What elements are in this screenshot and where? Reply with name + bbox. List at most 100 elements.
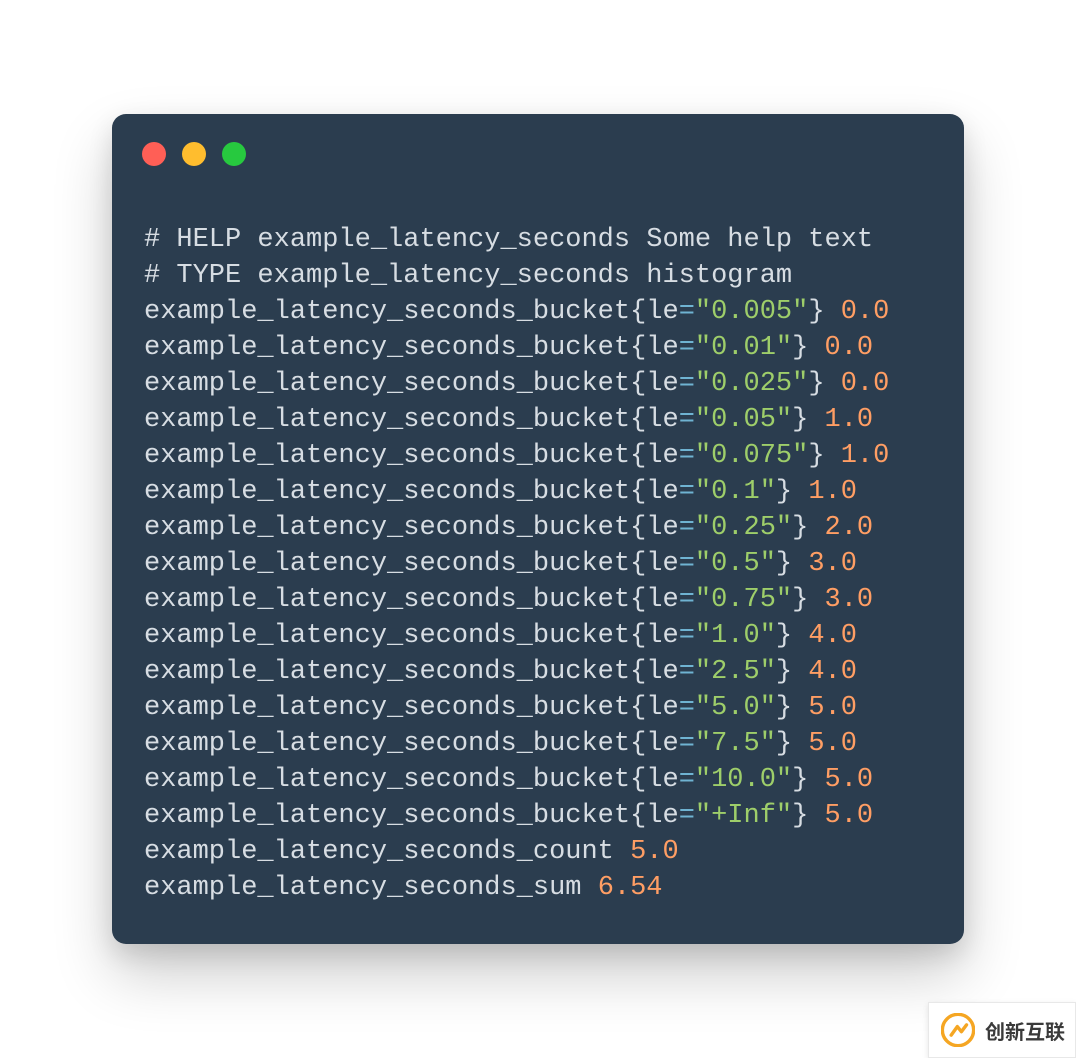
code-window: # HELP example_latency_seconds Some help… (112, 114, 964, 944)
bucket-line: example_latency_seconds_bucket{le="10.0"… (144, 762, 940, 798)
watermark-text: 创新互联 (985, 1016, 1065, 1045)
metric-name: example_latency_seconds_bucket (144, 693, 630, 723)
label-key: le (646, 621, 678, 651)
brace-open: { (630, 801, 646, 831)
bucket-line: example_latency_seconds_bucket{le="7.5"}… (144, 726, 940, 762)
minimize-icon[interactable] (182, 142, 206, 166)
watermark-logo-icon (941, 1013, 975, 1047)
equals-sign: = (679, 369, 695, 399)
brace-open: { (630, 765, 646, 795)
metric-value: 2.0 (825, 513, 874, 543)
bucket-line: example_latency_seconds_bucket{le="0.005… (144, 294, 940, 330)
brace-open: { (630, 585, 646, 615)
close-icon[interactable] (142, 142, 166, 166)
metric-value: 0.0 (825, 333, 874, 363)
metric-name: example_latency_seconds_bucket (144, 405, 630, 435)
brace-close: } (808, 297, 824, 327)
equals-sign: = (679, 477, 695, 507)
metric-name: example_latency_seconds_bucket (144, 621, 630, 651)
label-value: "0.75" (695, 585, 792, 615)
brace-open: { (630, 513, 646, 543)
metric-value: 5.0 (808, 693, 857, 723)
label-value: "0.075" (695, 441, 808, 471)
equals-sign: = (679, 693, 695, 723)
metric-value: 1.0 (841, 441, 890, 471)
equals-sign: = (679, 441, 695, 471)
label-value: "0.01" (695, 333, 792, 363)
bucket-line: example_latency_seconds_bucket{le="0.05"… (144, 402, 940, 438)
label-value: "1.0" (695, 621, 776, 651)
metric-value: 5.0 (630, 837, 679, 867)
equals-sign: = (679, 297, 695, 327)
metric-name: example_latency_seconds_count (144, 837, 630, 867)
label-value: "+Inf" (695, 801, 792, 831)
equals-sign: = (679, 765, 695, 795)
metric-name: example_latency_seconds_bucket (144, 585, 630, 615)
metric-name: example_latency_seconds_bucket (144, 297, 630, 327)
metric-value: 5.0 (825, 765, 874, 795)
metric-value: 4.0 (808, 657, 857, 687)
maximize-icon[interactable] (222, 142, 246, 166)
type-line: # TYPE example_latency_seconds histogram (144, 258, 940, 294)
metric-value: 3.0 (825, 585, 874, 615)
metric-name: example_latency_seconds_bucket (144, 513, 630, 543)
brace-open: { (630, 621, 646, 651)
metric-name: example_latency_seconds_bucket (144, 369, 630, 399)
brace-close: } (792, 333, 808, 363)
label-key: le (646, 513, 678, 543)
sum-line: example_latency_seconds_sum 6.54 (144, 870, 940, 906)
metric-name: example_latency_seconds_bucket (144, 333, 630, 363)
label-key: le (646, 729, 678, 759)
brace-close: } (792, 405, 808, 435)
metric-name: example_latency_seconds_bucket (144, 729, 630, 759)
bucket-line: example_latency_seconds_bucket{le="0.025… (144, 366, 940, 402)
watermark: 创新互联 (928, 1002, 1076, 1058)
equals-sign: = (679, 585, 695, 615)
bucket-line: example_latency_seconds_bucket{le="0.5"}… (144, 546, 940, 582)
metric-value: 4.0 (808, 621, 857, 651)
brace-close: } (792, 585, 808, 615)
label-key: le (646, 369, 678, 399)
brace-close: } (808, 369, 824, 399)
metric-value: 5.0 (808, 729, 857, 759)
label-key: le (646, 549, 678, 579)
bucket-line: example_latency_seconds_bucket{le="5.0"}… (144, 690, 940, 726)
metric-name: example_latency_seconds_bucket (144, 477, 630, 507)
count-line: example_latency_seconds_count 5.0 (144, 834, 940, 870)
label-key: le (646, 693, 678, 723)
label-key: le (646, 585, 678, 615)
metric-name: example_latency_seconds_bucket (144, 657, 630, 687)
label-key: le (646, 297, 678, 327)
brace-open: { (630, 657, 646, 687)
help-line: # HELP example_latency_seconds Some help… (144, 222, 940, 258)
brace-open: { (630, 441, 646, 471)
label-key: le (646, 657, 678, 687)
metric-value: 1.0 (825, 405, 874, 435)
brace-close: } (776, 693, 792, 723)
metric-value: 5.0 (825, 801, 874, 831)
brace-close: } (776, 729, 792, 759)
brace-close: } (808, 441, 824, 471)
bucket-line: example_latency_seconds_bucket{le="1.0"}… (144, 618, 940, 654)
brace-open: { (630, 729, 646, 759)
brace-open: { (630, 369, 646, 399)
help-text: # HELP example_latency_seconds Some help… (144, 225, 873, 255)
brace-open: { (630, 549, 646, 579)
brace-close: } (792, 765, 808, 795)
bucket-line: example_latency_seconds_bucket{le="0.1"}… (144, 474, 940, 510)
bucket-line: example_latency_seconds_bucket{le="+Inf"… (144, 798, 940, 834)
metric-name: example_latency_seconds_sum (144, 873, 598, 903)
label-key: le (646, 765, 678, 795)
window-controls (142, 142, 246, 166)
brace-close: } (776, 549, 792, 579)
label-value: "2.5" (695, 657, 776, 687)
equals-sign: = (679, 621, 695, 651)
brace-open: { (630, 405, 646, 435)
brace-close: } (792, 513, 808, 543)
metric-value: 0.0 (841, 369, 890, 399)
metric-value: 6.54 (598, 873, 663, 903)
equals-sign: = (679, 801, 695, 831)
label-value: "0.1" (695, 477, 776, 507)
brace-close: } (792, 801, 808, 831)
label-value: "0.25" (695, 513, 792, 543)
